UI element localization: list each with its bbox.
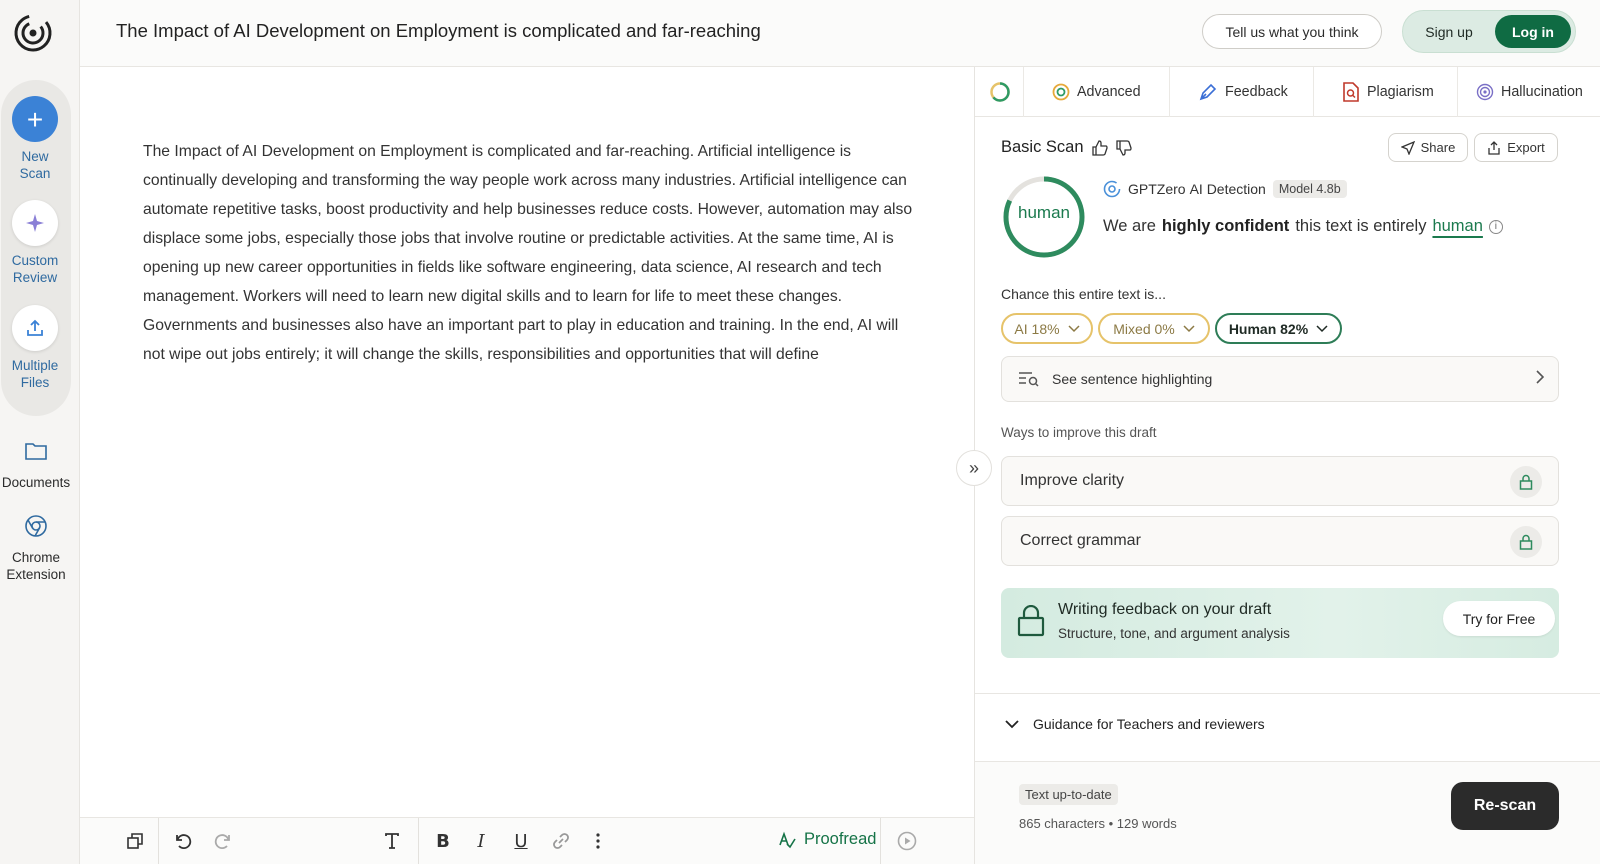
sidebar-item-documents[interactable]: Documents [0,436,72,491]
sidebar-item-chrome-extension[interactable]: Chrome Extension [0,513,72,583]
lock-icon [1510,526,1542,558]
toolbar-divider [418,818,419,864]
status-badge: Text up-to-date [1019,784,1118,805]
collapse-panel-button[interactable]: » [956,450,992,486]
tab-plagiarism[interactable]: Plagiarism [1313,67,1457,117]
rescan-button[interactable]: Re-scan [1451,782,1559,830]
scan-title: Basic Scan [1001,138,1084,156]
plus-icon: + [12,96,58,142]
sentence-highlighting-button[interactable]: See sentence highlighting [1001,356,1559,402]
redo-icon[interactable] [210,828,236,854]
panel-tabs: Advanced Feedback Plagiarism Hallucinati… [975,67,1600,117]
more-options-icon[interactable] [588,828,608,854]
guidance-toggle[interactable]: Guidance for Teachers and reviewers [1005,716,1265,732]
detector-suffix: AI Detection [1189,181,1266,197]
hallucination-icon [1476,83,1494,101]
section-divider [975,693,1600,694]
lock-large-icon [1017,605,1045,637]
left-sidebar: + New Scan Custom Review Multiple Files … [0,0,80,864]
text-editor[interactable]: The Impact of AI Development on Employme… [80,67,974,817]
undo-icon[interactable] [170,828,196,854]
verdict-text: We are highly confident this text is ent… [1103,217,1503,236]
auth-group: Sign up Log in [1402,10,1576,53]
top-bar: The Impact of AI Development on Employme… [80,0,1600,67]
bold-icon[interactable]: B [430,828,456,854]
folder-icon [0,436,72,466]
chevron-down-icon [1316,324,1328,332]
thumbs-down-icon[interactable] [1115,139,1132,156]
model-badge: Model 4.8b [1272,180,1347,198]
promo-title: Writing feedback on your draft [1058,601,1272,618]
results-panel: Advanced Feedback Plagiarism Hallucinati… [974,67,1600,864]
upload-icon [12,305,58,351]
search-lines-icon [1019,372,1039,387]
info-icon[interactable]: i [1488,219,1503,234]
underline-icon[interactable]: U [508,828,534,854]
detector-line: GPTZero AI Detection Model 4.8b [1103,180,1347,198]
proofread-button[interactable]: Proofread [778,830,876,849]
share-button[interactable]: Share [1388,133,1468,162]
link-icon[interactable] [548,828,574,854]
gptzero-logo-icon[interactable] [12,12,54,54]
chance-label: Chance this entire text is... [1001,286,1166,302]
editor-content[interactable]: The Impact of AI Development on Employme… [143,137,913,369]
sidebar-item-new-scan[interactable]: + New Scan [0,96,70,182]
mixed-percentage-chip[interactable]: Mixed 0% [1098,313,1210,344]
sidebar-item-custom-review[interactable]: Custom Review [0,200,70,286]
sidebar-item-multiple-files[interactable]: Multiple Files [0,305,70,391]
editor-toolbar: B I U Proofread [80,817,974,864]
improve-clarity-item[interactable]: Improve clarity [1001,456,1559,506]
gptzero-small-icon [1103,180,1121,198]
advanced-icon [1052,83,1070,101]
chevron-down-icon [1068,324,1080,332]
login-button[interactable]: Log in [1495,15,1571,48]
chevron-right-icon [1536,370,1544,384]
double-chevron-right-icon: » [968,457,979,478]
toolbar-divider [158,818,159,864]
play-icon[interactable] [894,828,920,854]
document-search-icon [1343,82,1359,102]
send-icon [1400,140,1415,155]
italic-icon[interactable]: I [468,828,494,854]
tab-feedback[interactable]: Feedback [1169,67,1313,117]
tab-advanced[interactable]: Advanced [1023,67,1169,117]
tab-basic-scan[interactable] [975,67,1023,117]
thumbs-up-icon[interactable] [1091,139,1108,156]
signup-button[interactable]: Sign up [1409,15,1489,48]
correct-grammar-item[interactable]: Correct grammar [1001,516,1559,566]
text-style-icon[interactable] [379,828,405,854]
scan-title-row: Basic Scan [1001,138,1132,157]
text-counts: 865 characters • 129 words [1019,816,1177,831]
lock-icon [1510,466,1542,498]
try-for-free-button[interactable]: Try for Free [1443,601,1555,636]
detector-name: GPTZero [1128,181,1186,197]
chevron-down-icon [1183,324,1195,332]
promo-subtitle: Structure, tone, and argument analysis [1058,626,1290,641]
improve-section-label: Ways to improve this draft [1001,425,1157,440]
human-percentage-chip[interactable]: Human 82% [1215,313,1342,344]
ring-label: human [1018,203,1070,222]
export-icon [1488,140,1500,155]
proofread-icon [778,831,796,849]
pen-icon [1199,83,1217,101]
loading-ring-icon [990,82,1010,102]
chevron-down-icon [1005,719,1019,728]
toolbar-divider [880,818,881,864]
copy-icon[interactable] [122,828,148,854]
feedback-button[interactable]: Tell us what you think [1202,14,1382,49]
panel-footer: Text up-to-date 865 characters • 129 wor… [975,761,1600,864]
chrome-icon [0,513,72,539]
document-title[interactable]: The Impact of AI Development on Employme… [116,20,761,42]
tab-hallucination[interactable]: Hallucination [1457,67,1600,117]
ai-percentage-chip[interactable]: AI 18% [1001,313,1093,344]
export-button[interactable]: Export [1474,133,1558,162]
sparkle-icon [12,200,58,246]
writing-feedback-promo: Writing feedback on your draft Structure… [1001,588,1559,658]
